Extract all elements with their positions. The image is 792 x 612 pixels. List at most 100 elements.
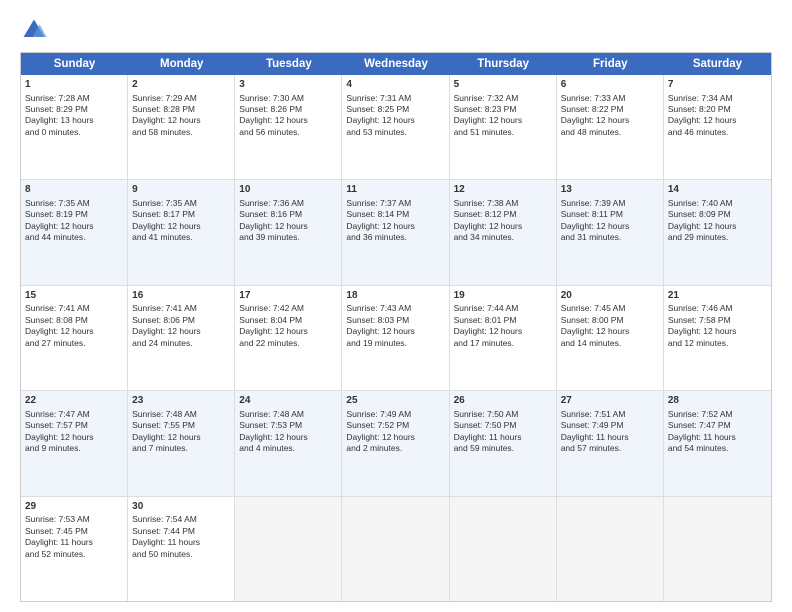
day-info-line: Sunrise: 7:31 AM (346, 93, 444, 104)
day-cell-19: 19Sunrise: 7:44 AMSunset: 8:01 PMDayligh… (450, 286, 557, 390)
day-number: 11 (346, 183, 444, 197)
day-info-line: Sunrise: 7:37 AM (346, 198, 444, 209)
day-cell-13: 13Sunrise: 7:39 AMSunset: 8:11 PMDayligh… (557, 180, 664, 284)
weekday-header-wednesday: Wednesday (342, 53, 449, 75)
day-info-line: Daylight: 12 hours (561, 326, 659, 337)
day-cell-8: 8Sunrise: 7:35 AMSunset: 8:19 PMDaylight… (21, 180, 128, 284)
day-info-line: Sunrise: 7:36 AM (239, 198, 337, 209)
day-info-line: Sunset: 8:11 PM (561, 209, 659, 220)
day-number: 30 (132, 500, 230, 514)
day-cell-6: 6Sunrise: 7:33 AMSunset: 8:22 PMDaylight… (557, 75, 664, 179)
day-info-line: Sunrise: 7:35 AM (132, 198, 230, 209)
day-cell-23: 23Sunrise: 7:48 AMSunset: 7:55 PMDayligh… (128, 391, 235, 495)
day-info-line: Daylight: 12 hours (132, 326, 230, 337)
day-number: 10 (239, 183, 337, 197)
weekday-header-tuesday: Tuesday (235, 53, 342, 75)
day-cell-27: 27Sunrise: 7:51 AMSunset: 7:49 PMDayligh… (557, 391, 664, 495)
day-info-line: Sunrise: 7:41 AM (25, 303, 123, 314)
day-info-line: Daylight: 12 hours (239, 221, 337, 232)
day-cell-21: 21Sunrise: 7:46 AMSunset: 7:58 PMDayligh… (664, 286, 771, 390)
calendar-row-2: 8Sunrise: 7:35 AMSunset: 8:19 PMDaylight… (21, 180, 771, 285)
day-info-line: and 14 minutes. (561, 338, 659, 349)
day-info-line: Sunrise: 7:47 AM (25, 409, 123, 420)
day-info-line: and 48 minutes. (561, 127, 659, 138)
day-info-line: Sunset: 8:01 PM (454, 315, 552, 326)
day-cell-18: 18Sunrise: 7:43 AMSunset: 8:03 PMDayligh… (342, 286, 449, 390)
day-number: 29 (25, 500, 123, 514)
day-info-line: Sunset: 8:26 PM (239, 104, 337, 115)
day-info-line: Sunrise: 7:40 AM (668, 198, 767, 209)
day-info-line: Sunset: 8:17 PM (132, 209, 230, 220)
day-info-line: Daylight: 12 hours (454, 326, 552, 337)
day-number: 21 (668, 289, 767, 303)
day-info-line: Sunrise: 7:34 AM (668, 93, 767, 104)
day-number: 19 (454, 289, 552, 303)
day-info-line: and 17 minutes. (454, 338, 552, 349)
day-info-line: and 54 minutes. (668, 443, 767, 454)
day-info-line: Sunset: 7:47 PM (668, 420, 767, 431)
page: SundayMondayTuesdayWednesdayThursdayFrid… (0, 0, 792, 612)
day-number: 5 (454, 78, 552, 92)
day-cell-26: 26Sunrise: 7:50 AMSunset: 7:50 PMDayligh… (450, 391, 557, 495)
day-info-line: and 7 minutes. (132, 443, 230, 454)
calendar-header: SundayMondayTuesdayWednesdayThursdayFrid… (21, 53, 771, 75)
weekday-header-thursday: Thursday (450, 53, 557, 75)
day-info-line: and 58 minutes. (132, 127, 230, 138)
day-cell-25: 25Sunrise: 7:49 AMSunset: 7:52 PMDayligh… (342, 391, 449, 495)
calendar-row-1: 1Sunrise: 7:28 AMSunset: 8:29 PMDaylight… (21, 75, 771, 180)
day-info-line: Sunrise: 7:51 AM (561, 409, 659, 420)
weekday-header-sunday: Sunday (21, 53, 128, 75)
day-info-line: Daylight: 12 hours (668, 326, 767, 337)
day-info-line: and 56 minutes. (239, 127, 337, 138)
day-info-line: and 34 minutes. (454, 232, 552, 243)
day-info-line: Daylight: 11 hours (668, 432, 767, 443)
day-info-line: Daylight: 11 hours (454, 432, 552, 443)
day-info-line: Sunset: 7:44 PM (132, 526, 230, 537)
day-info-line: Daylight: 12 hours (132, 221, 230, 232)
day-info-line: and 12 minutes. (668, 338, 767, 349)
day-info-line: Daylight: 12 hours (346, 326, 444, 337)
day-info-line: Sunset: 8:08 PM (25, 315, 123, 326)
day-info-line: and 27 minutes. (25, 338, 123, 349)
day-info-line: Daylight: 12 hours (239, 115, 337, 126)
day-info-line: Sunrise: 7:30 AM (239, 93, 337, 104)
day-info-line: Sunset: 8:20 PM (668, 104, 767, 115)
empty-cell (557, 497, 664, 601)
day-info-line: Sunset: 8:29 PM (25, 104, 123, 115)
day-cell-22: 22Sunrise: 7:47 AMSunset: 7:57 PMDayligh… (21, 391, 128, 495)
day-info-line: Daylight: 12 hours (132, 432, 230, 443)
day-info-line: Sunrise: 7:44 AM (454, 303, 552, 314)
day-info-line: Sunset: 8:04 PM (239, 315, 337, 326)
day-number: 14 (668, 183, 767, 197)
day-info-line: Daylight: 11 hours (132, 537, 230, 548)
logo (20, 16, 52, 44)
day-info-line: and 4 minutes. (239, 443, 337, 454)
logo-icon (20, 16, 48, 44)
day-info-line: and 44 minutes. (25, 232, 123, 243)
day-number: 13 (561, 183, 659, 197)
day-info-line: Sunrise: 7:38 AM (454, 198, 552, 209)
day-info-line: Sunrise: 7:43 AM (346, 303, 444, 314)
day-info-line: Sunrise: 7:53 AM (25, 514, 123, 525)
day-info-line: Sunset: 8:03 PM (346, 315, 444, 326)
day-number: 23 (132, 394, 230, 408)
day-info-line: and 59 minutes. (454, 443, 552, 454)
day-cell-2: 2Sunrise: 7:29 AMSunset: 8:28 PMDaylight… (128, 75, 235, 179)
header (20, 16, 772, 44)
day-info-line: and 22 minutes. (239, 338, 337, 349)
empty-cell (342, 497, 449, 601)
day-info-line: Sunset: 7:58 PM (668, 315, 767, 326)
day-info-line: and 41 minutes. (132, 232, 230, 243)
day-info-line: Daylight: 12 hours (346, 115, 444, 126)
day-info-line: Sunset: 8:19 PM (25, 209, 123, 220)
empty-cell (450, 497, 557, 601)
day-info-line: Sunrise: 7:49 AM (346, 409, 444, 420)
calendar: SundayMondayTuesdayWednesdayThursdayFrid… (20, 52, 772, 602)
day-info-line: Sunrise: 7:32 AM (454, 93, 552, 104)
day-cell-16: 16Sunrise: 7:41 AMSunset: 8:06 PMDayligh… (128, 286, 235, 390)
day-number: 3 (239, 78, 337, 92)
day-info-line: and 29 minutes. (668, 232, 767, 243)
day-info-line: Sunrise: 7:45 AM (561, 303, 659, 314)
day-number: 22 (25, 394, 123, 408)
day-info-line: Daylight: 12 hours (454, 221, 552, 232)
